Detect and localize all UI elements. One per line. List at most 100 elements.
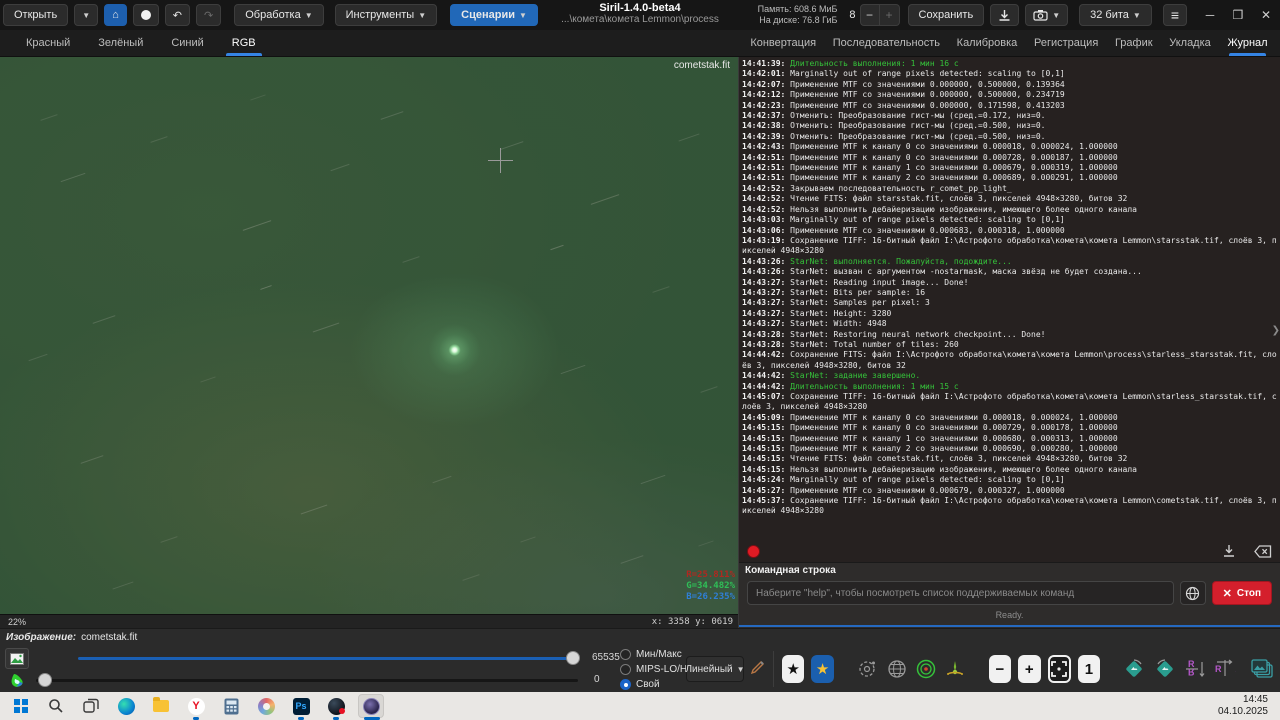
photometry-target-button[interactable] xyxy=(915,655,937,683)
astrometry-button[interactable] xyxy=(856,655,878,683)
channel-tabs: Красный Зелёный Синий RGB xyxy=(0,30,738,56)
hamburger-menu-button[interactable]: ≡ xyxy=(1163,4,1187,26)
snapshot-button[interactable]: ▼ xyxy=(1025,4,1068,26)
tab-sequence[interactable]: Последовательность xyxy=(827,30,946,56)
pixel-blue-value: B=26.235% xyxy=(686,592,735,603)
flip-vertical-button[interactable]: RR xyxy=(1184,655,1206,683)
open-button[interactable]: Открыть xyxy=(3,4,68,26)
taskbar-search-button[interactable] xyxy=(43,694,69,718)
scripts-menu-button[interactable]: Сценарии▼ xyxy=(450,4,538,26)
star-mask-button[interactable]: ★ xyxy=(811,655,833,683)
minus-icon: − xyxy=(995,661,1004,678)
log-entry: 14:43:27: StarNet: Samples per pixel: 3 xyxy=(742,298,1277,308)
taskbar-edge-button[interactable] xyxy=(113,694,139,718)
tab-registration[interactable]: Регистрация xyxy=(1028,30,1104,56)
taskbar-planetarium-button[interactable] xyxy=(323,694,349,718)
taskbar-clock[interactable]: 14:45 04.10.2025 xyxy=(1218,694,1280,718)
save-button[interactable]: Сохранить xyxy=(908,4,985,26)
tab-log[interactable]: Журнал xyxy=(1221,30,1273,56)
home-button[interactable]: ⌂ xyxy=(104,4,127,26)
globe-icon xyxy=(1185,586,1200,601)
tools-menu-button[interactable]: Инструменты▼ xyxy=(335,4,438,26)
color-gamut-button[interactable] xyxy=(5,670,29,691)
tab-stacking[interactable]: Укладка xyxy=(1163,30,1217,56)
redo-button[interactable]: ↷ xyxy=(196,4,221,26)
tab-red-channel[interactable]: Красный xyxy=(12,30,84,56)
zoom-out-button[interactable]: − xyxy=(989,655,1011,683)
bitdepth-select[interactable]: 32 бита▼ xyxy=(1079,4,1152,26)
radio-mips-lo-hi[interactable]: MIPS-LO/HI xyxy=(620,662,690,677)
annotations-globe-button[interactable] xyxy=(885,655,907,683)
log-entry: 14:44:42: Длительность выполнения: 1 мин… xyxy=(742,382,1277,392)
log-entry: 14:42:51: Применение MTF к каналу 2 со з… xyxy=(742,173,1277,183)
minimize-button[interactable]: ─ xyxy=(1196,3,1224,27)
taskbar-siril-button[interactable] xyxy=(358,694,384,718)
edge-icon xyxy=(118,698,135,715)
start-button[interactable] xyxy=(8,694,34,718)
log-entry: 14:43:28: StarNet: Total number of tiles… xyxy=(742,340,1277,350)
display-mode-button[interactable] xyxy=(5,648,29,669)
annotate-brush-button[interactable] xyxy=(750,659,766,680)
taskbar-yandex-button[interactable]: Y xyxy=(183,694,209,718)
zoom-one-button[interactable]: 1 xyxy=(1078,655,1100,683)
undo-button[interactable]: ↶ xyxy=(165,4,190,26)
threads-decrease-button[interactable]: − xyxy=(860,4,880,26)
home-icon: ⌂ xyxy=(112,9,119,21)
open-dropdown-button[interactable]: ▼ xyxy=(74,4,98,26)
save-as-button[interactable] xyxy=(990,4,1019,26)
zoom-fit-button[interactable] xyxy=(1048,655,1071,683)
radio-min-max[interactable]: Мин/Макс xyxy=(620,647,690,662)
tab-conversion[interactable]: Конвертация xyxy=(744,30,822,56)
rotate-right-button[interactable] xyxy=(1153,655,1177,683)
low-slider-handle[interactable] xyxy=(38,673,52,687)
tab-calibration[interactable]: Калибровка xyxy=(951,30,1024,56)
taskbar-explorer-button[interactable] xyxy=(148,694,174,718)
log-entry: 14:42:07: Применение MTF со значениями 0… xyxy=(742,80,1277,90)
tab-green-channel[interactable]: Зелёный xyxy=(84,30,157,56)
tab-plot[interactable]: График xyxy=(1109,30,1159,56)
command-help-button[interactable] xyxy=(1180,581,1206,605)
record-icon xyxy=(141,10,151,20)
sequence-frames-button[interactable] xyxy=(1250,655,1274,683)
clear-log-button[interactable] xyxy=(1254,545,1272,558)
maximize-button[interactable]: ❒ xyxy=(1224,3,1252,27)
command-input[interactable] xyxy=(747,581,1174,605)
radio-custom[interactable]: Свой xyxy=(620,677,690,692)
taskbar-paint-button[interactable] xyxy=(253,694,279,718)
log-entry: 14:42:01: Marginally out of range pixels… xyxy=(742,69,1277,79)
zoom-in-button[interactable]: + xyxy=(1018,655,1040,683)
image-stack-icon xyxy=(1250,658,1274,680)
log-entry: 14:44:42: StarNet: задание завершено. xyxy=(742,371,1277,381)
image-canvas[interactable]: cometstak.fit R=25.811% G=34.482% B=26.2… xyxy=(0,57,738,614)
low-cutoff-value: 0 xyxy=(594,674,600,685)
tab-blue-channel[interactable]: Синий xyxy=(157,30,217,56)
clock-date: 04.10.2025 xyxy=(1218,706,1268,718)
log-entry: 14:43:28: StarNet: Restoring neural netw… xyxy=(742,330,1277,340)
record-button[interactable] xyxy=(133,4,159,26)
flip-horizontal-button[interactable]: RR xyxy=(1214,655,1236,683)
task-view-button[interactable] xyxy=(78,694,104,718)
stop-button[interactable]: ✕ Стоп xyxy=(1212,581,1272,605)
scale-mode-select[interactable]: Линейный▼ xyxy=(686,656,744,682)
taskbar-calculator-button[interactable] xyxy=(218,694,244,718)
threads-increase-button[interactable]: + xyxy=(880,4,900,26)
high-slider-handle[interactable] xyxy=(566,651,580,665)
processing-menu-button[interactable]: Обработка▼ xyxy=(234,4,323,26)
pixel-red-value: R=25.811% xyxy=(686,570,735,581)
comet-tool-button[interactable] xyxy=(944,655,966,683)
log-entry: 14:42:51: Применение MTF к каналу 0 со з… xyxy=(742,153,1277,163)
high-cutoff-slider[interactable] xyxy=(78,651,578,665)
low-cutoff-slider[interactable] xyxy=(36,673,578,687)
export-log-button[interactable] xyxy=(1222,544,1236,558)
image-name-row: Изображение: cometstak.fit xyxy=(0,628,1280,646)
tab-rgb-channel[interactable]: RGB xyxy=(218,30,270,56)
panel-expander-icon[interactable]: ❯ xyxy=(1272,325,1280,336)
taskbar-photoshop-button[interactable]: Ps xyxy=(288,694,314,718)
log-list[interactable]: 14:41:39: Длительность выполнения: 1 мин… xyxy=(739,57,1280,540)
log-entry: 14:45:37: Сохранение TIFF: 16-битный фай… xyxy=(742,496,1277,517)
star-removal-button[interactable]: ★ xyxy=(782,655,804,683)
close-button[interactable]: ✕ xyxy=(1252,3,1280,27)
rotate-left-button[interactable] xyxy=(1122,655,1146,683)
titlebar: Открыть ▼ ⌂ ↶ ↷ Обработка▼ Инструменты▼ … xyxy=(0,0,1280,30)
pixel-green-value: G=34.482% xyxy=(686,581,735,592)
